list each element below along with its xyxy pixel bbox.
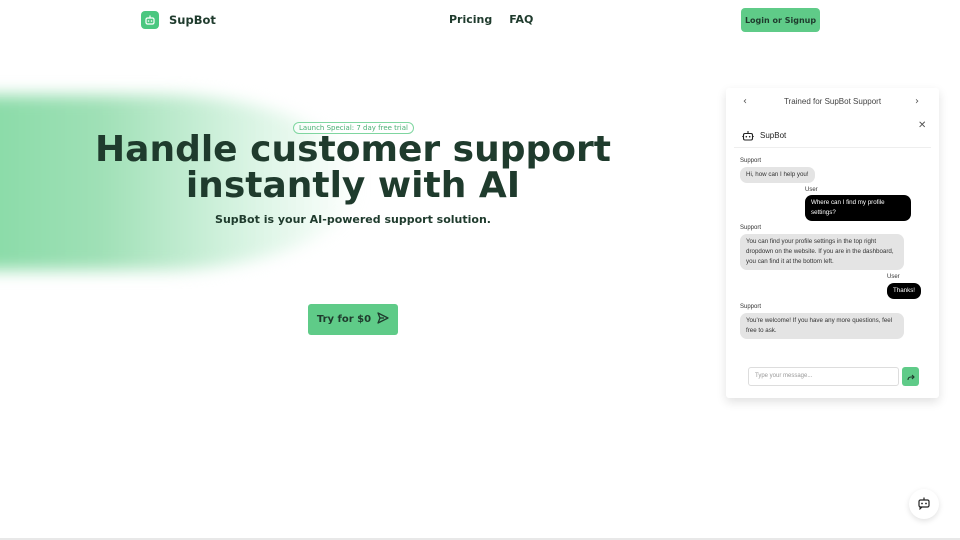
message-sender: Support (740, 158, 762, 164)
send-arrow-icon (377, 312, 389, 327)
message-sender: Support (740, 225, 762, 231)
hero-subtitle: SupBot is your AI-powered support soluti… (215, 213, 491, 226)
message-bubble-support: You can find your profile settings in th… (740, 234, 904, 270)
chat-carousel-title: Trained for SupBot Support (783, 97, 882, 106)
brand-name: SupBot (169, 13, 216, 27)
chat-message-input[interactable]: Type your message... (748, 367, 899, 386)
message-sender: User (887, 274, 900, 280)
close-icon[interactable]: ✕ (918, 120, 926, 131)
send-arrow-icon (906, 369, 915, 384)
chat-launcher-button[interactable] (909, 489, 939, 519)
message-sender: Support (740, 304, 762, 310)
try-free-button[interactable]: Try for $0 (308, 304, 398, 335)
robot-icon (141, 11, 159, 29)
message-sender: User (805, 187, 818, 193)
message-bubble-support: Hi, how can I help you! (740, 167, 815, 183)
chat-divider (734, 147, 931, 148)
hero-title-line2: instantly with AI (185, 165, 521, 206)
chevron-right-icon[interactable]: › (915, 96, 919, 107)
nav-faq[interactable]: FAQ (509, 13, 533, 26)
message-bubble-user: Thanks! (887, 283, 922, 299)
chat-widget: ‹ Trained for SupBot Support › SupBot ✕ … (726, 88, 939, 398)
message-bubble-support: You're welcome! If you have any more que… (740, 313, 904, 339)
try-free-label: Try for $0 (316, 314, 372, 325)
message-bubble-user: Where can I find my profile settings? (805, 195, 911, 221)
chat-send-button[interactable] (902, 367, 919, 386)
chat-carousel-header: ‹ Trained for SupBot Support › (726, 96, 939, 108)
brand-logo[interactable]: SupBot (141, 11, 216, 29)
chatbot-icon (917, 495, 931, 514)
chat-header: SupBot (742, 126, 786, 145)
login-signup-button[interactable]: Login or Signup (741, 8, 820, 32)
nav-pricing[interactable]: Pricing (449, 13, 492, 26)
hero-title: Handle customer support instantly with A… (0, 132, 706, 204)
hero-title-line1: Handle customer support (95, 129, 611, 170)
robot-icon (742, 126, 754, 145)
main-nav: Pricing FAQ (449, 13, 533, 26)
chat-bot-name: SupBot (760, 131, 787, 140)
